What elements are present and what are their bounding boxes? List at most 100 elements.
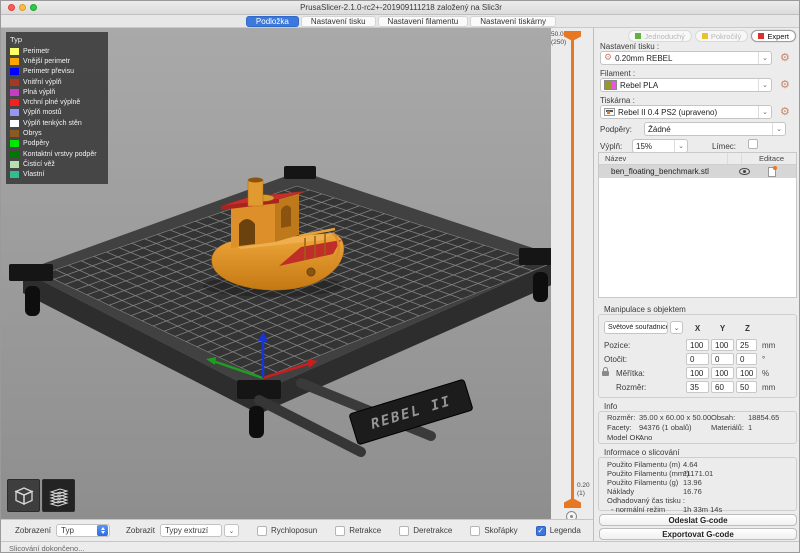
x-value-input[interactable] <box>686 367 709 379</box>
legend-color-swatch <box>10 171 19 178</box>
x-value-input[interactable] <box>686 339 709 351</box>
tab-label: Nastavení filamentu <box>388 17 459 26</box>
infill-combo[interactable]: 15% ⌄ <box>632 139 688 153</box>
settings-sidebar: Jednoduchý Pokročilý Expert Nastavení ti… <box>593 28 800 541</box>
send-gcode-button[interactable]: Odeslat G-code <box>599 514 797 526</box>
layer-slider-lower-handle[interactable] <box>564 498 581 508</box>
feature-checkbox[interactable]: ✓ <box>470 526 480 536</box>
brim-checkbox[interactable]: ✓ <box>748 139 758 149</box>
benchy-arch <box>239 219 255 246</box>
z-value-input[interactable] <box>736 353 757 365</box>
extrusion-type-legend: Typ Perimetr Vnější perimetr Perimetr př… <box>6 32 108 184</box>
slice-info-row: - normální režim 1h 33m 14s <box>598 505 797 514</box>
chevron-down-icon: ⌄ <box>229 527 235 535</box>
legend-color-swatch <box>10 151 19 158</box>
manipulation-row-label: Rozměr: <box>616 383 646 392</box>
show-label: Zobrazit <box>126 526 155 535</box>
3d-editor-view-button[interactable] <box>7 479 40 512</box>
preview-view-button[interactable] <box>42 479 75 512</box>
layer-slider-column: 50.00 (250) 0.20 (1) <box>551 28 593 519</box>
y-value-input[interactable] <box>711 367 734 379</box>
y-value-input[interactable] <box>711 381 734 393</box>
view-mode-toolbar <box>7 479 75 512</box>
feature-checkbox[interactable]: ✓ <box>335 526 345 536</box>
z-value-input[interactable] <box>736 339 757 351</box>
legend-color-swatch <box>10 89 19 96</box>
eye-icon[interactable] <box>739 168 750 175</box>
printer-combo[interactable]: Rebel II 0.4 PS2 (upraveno) ⌄ <box>600 105 772 119</box>
y-value-input[interactable] <box>711 339 734 351</box>
window-title: PrusaSlicer-2.1.0-rc2+-201909111218 zalo… <box>1 3 800 12</box>
slice-info-row: Použito Filamentu (mm³) 11171.01 <box>598 469 797 478</box>
preview-toolbar: Zobrazení Typ Zobrazit Typy extruzí ⌄ ✓ … <box>1 519 593 541</box>
object-list: Název Editace ben_floating_benchmark.stl <box>598 152 797 298</box>
show-combo-value: Typy extruzí <box>161 526 221 535</box>
coordinate-space-combo[interactable]: Světové souřadnice <box>604 321 668 334</box>
unit-label: mm <box>762 341 775 350</box>
export-gcode-button[interactable]: Exportovat G-code <box>599 528 797 540</box>
coordinate-space-dropdown-button[interactable]: ⌄ <box>670 321 683 334</box>
mode-button[interactable]: Pokročilý <box>695 30 748 42</box>
mode-button[interactable]: Jednoduchý <box>628 30 691 42</box>
print-settings-combo[interactable]: ⚙ 0.20mm REBEL ⌄ <box>600 51 772 65</box>
feature-checkbox-group: ✓ Legenda <box>536 526 581 536</box>
tab[interactable]: Nastavení tisku <box>301 16 376 27</box>
slice-info-value: 16.76 <box>683 487 702 496</box>
layers-icon <box>47 484 71 508</box>
unit-label: ° <box>762 355 765 364</box>
tab[interactable]: Podložka <box>246 16 299 27</box>
layer-slider-upper-handle[interactable] <box>564 31 581 41</box>
feature-checkbox-group: ✓ Deretrakce <box>399 526 452 536</box>
3d-viewport[interactable]: REBEL II <box>1 28 551 519</box>
slice-info-row: Náklady 16.76 <box>598 487 797 496</box>
legend-item: Vlastní <box>10 170 104 180</box>
tab[interactable]: Nastavení filamentu <box>378 16 469 27</box>
mode-color-square <box>702 33 708 39</box>
mode-label: Jednoduchý <box>644 32 684 41</box>
mode-color-square <box>635 33 641 39</box>
y-value-input[interactable] <box>711 353 734 365</box>
feature-checkbox-group: ✓ Skořápky <box>470 526 517 536</box>
z-value-input[interactable] <box>736 367 757 379</box>
show-combo[interactable]: Typy extruzí <box>160 524 222 537</box>
printer-gear-button[interactable]: ⚙ <box>780 106 790 117</box>
filament-label: Filament : <box>600 69 635 78</box>
filament-gear-button[interactable]: ⚙ <box>780 79 790 90</box>
gear-icon: ⚙ <box>604 53 612 63</box>
printer-value: Rebel II 0.4 PS2 (upraveno) <box>615 108 758 117</box>
feature-checkbox-label: Skořápky <box>484 526 517 535</box>
x-column-header: X <box>686 324 709 333</box>
manipulation-title: Manipulace s objektem <box>604 305 686 314</box>
mode-button[interactable]: Expert <box>751 30 796 42</box>
legend-item-label: Vnitřní výplň <box>23 79 62 86</box>
prusaslicer-window: PrusaSlicer-2.1.0-rc2+-201909111218 zalo… <box>0 0 800 553</box>
show-combo-dropdown-button[interactable]: ⌄ <box>224 524 239 537</box>
filament-combo[interactable]: Rebel PLA ⌄ <box>600 78 772 92</box>
printer-label: Tiskárna : <box>600 96 635 105</box>
lock-icon[interactable] <box>602 371 609 376</box>
tab[interactable]: Nastavení tiskárny <box>470 16 556 27</box>
chevron-down-icon: ⌄ <box>758 106 771 118</box>
chevron-down-icon: ⌄ <box>674 324 680 332</box>
view-select-value: Typ <box>57 526 97 535</box>
x-value-input[interactable] <box>686 353 709 365</box>
info-rows: Rozměr: 35.00 x 60.00 x 50.00 Obsah: 188… <box>598 413 797 443</box>
info-title: Info <box>604 402 617 411</box>
layer-slider-track[interactable] <box>571 40 574 502</box>
feature-checkbox[interactable]: ✓ <box>257 526 267 536</box>
z-value-input[interactable] <box>736 381 757 393</box>
feature-checkbox-label: Rychloposun <box>271 526 317 535</box>
legend-item: Plná výplň <box>10 87 104 97</box>
supports-combo[interactable]: Žádné ⌄ <box>644 122 786 136</box>
object-row[interactable]: ben_floating_benchmark.stl <box>599 165 796 178</box>
x-value-input[interactable] <box>686 381 709 393</box>
edit-object-icon[interactable] <box>768 167 776 177</box>
view-select[interactable]: Typ <box>56 524 110 537</box>
tab-label: Podložka <box>256 17 289 26</box>
infill-value: 15% <box>633 142 674 151</box>
legend-color-swatch <box>10 99 19 106</box>
print-settings-gear-button[interactable]: ⚙ <box>780 52 790 63</box>
feature-checkbox[interactable]: ✓ <box>536 526 546 536</box>
feature-checkbox[interactable]: ✓ <box>399 526 409 536</box>
info-value: 35.00 x 60.00 x 50.00 <box>639 413 711 422</box>
